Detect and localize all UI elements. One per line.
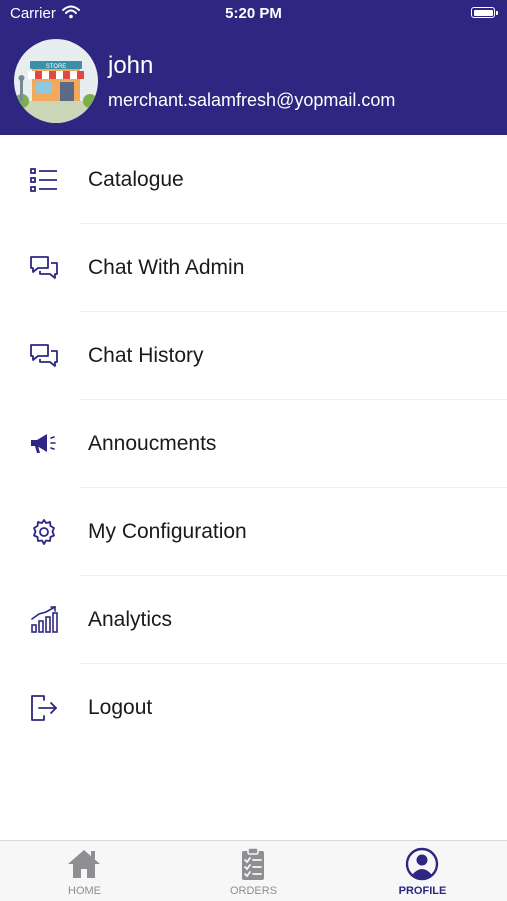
tab-label: HOME	[68, 885, 101, 897]
menu-item-catalogue[interactable]: Catalogue	[0, 136, 507, 224]
battery-icon	[471, 7, 498, 18]
clipboard-icon	[242, 847, 264, 880]
menu-label: My Configuration	[88, 520, 247, 543]
chart-icon	[31, 606, 58, 633]
menu-item-announcements[interactable]: Annoucments	[0, 400, 507, 488]
logout-icon	[31, 695, 57, 721]
menu-item-my-configuration[interactable]: My Configuration	[0, 488, 507, 576]
user-circle-icon	[405, 847, 439, 881]
menu-label: Catalogue	[88, 168, 184, 191]
menu-item-logout[interactable]: Logout	[0, 664, 507, 752]
menu-label: Analytics	[88, 608, 173, 631]
menu-label: Chat With Admin	[88, 256, 245, 279]
store-illustration: STORE	[14, 61, 98, 123]
gear-icon	[33, 519, 55, 545]
menu-item-analytics[interactable]: Analytics	[0, 576, 507, 664]
status-bar: Carrier 5:20 PM	[0, 0, 507, 28]
user-name: john	[108, 52, 154, 79]
status-time: 5:20 PM	[225, 5, 282, 22]
menu-item-chat-history[interactable]: Chat History	[0, 312, 507, 400]
profile-menu: Catalogue Chat With Admin Chat History A…	[0, 136, 507, 752]
home-icon	[68, 850, 100, 878]
user-email: merchant.salamfresh@yopmail.com	[108, 90, 396, 110]
menu-label: Logout	[88, 696, 153, 719]
menu-label: Annoucments	[88, 432, 217, 455]
avatar[interactable]: STORE	[14, 39, 98, 123]
chat-bubbles-icon	[30, 256, 58, 279]
tab-bar: HOME ORDERS PROFILE	[0, 840, 507, 901]
megaphone-icon	[31, 434, 56, 453]
list-icon	[30, 168, 57, 192]
tab-home[interactable]: HOME	[0, 841, 169, 901]
tab-orders[interactable]: ORDERS	[169, 841, 338, 901]
tab-label: PROFILE	[398, 885, 447, 897]
tab-label: ORDERS	[229, 885, 278, 897]
tab-profile[interactable]: PROFILE	[338, 841, 507, 901]
chat-bubbles-icon	[30, 344, 58, 367]
menu-item-chat-with-admin[interactable]: Chat With Admin	[0, 224, 507, 312]
menu-label: Chat History	[88, 344, 204, 367]
profile-header: Carrier 5:20 PM STORE john merchant.sala…	[0, 0, 507, 135]
